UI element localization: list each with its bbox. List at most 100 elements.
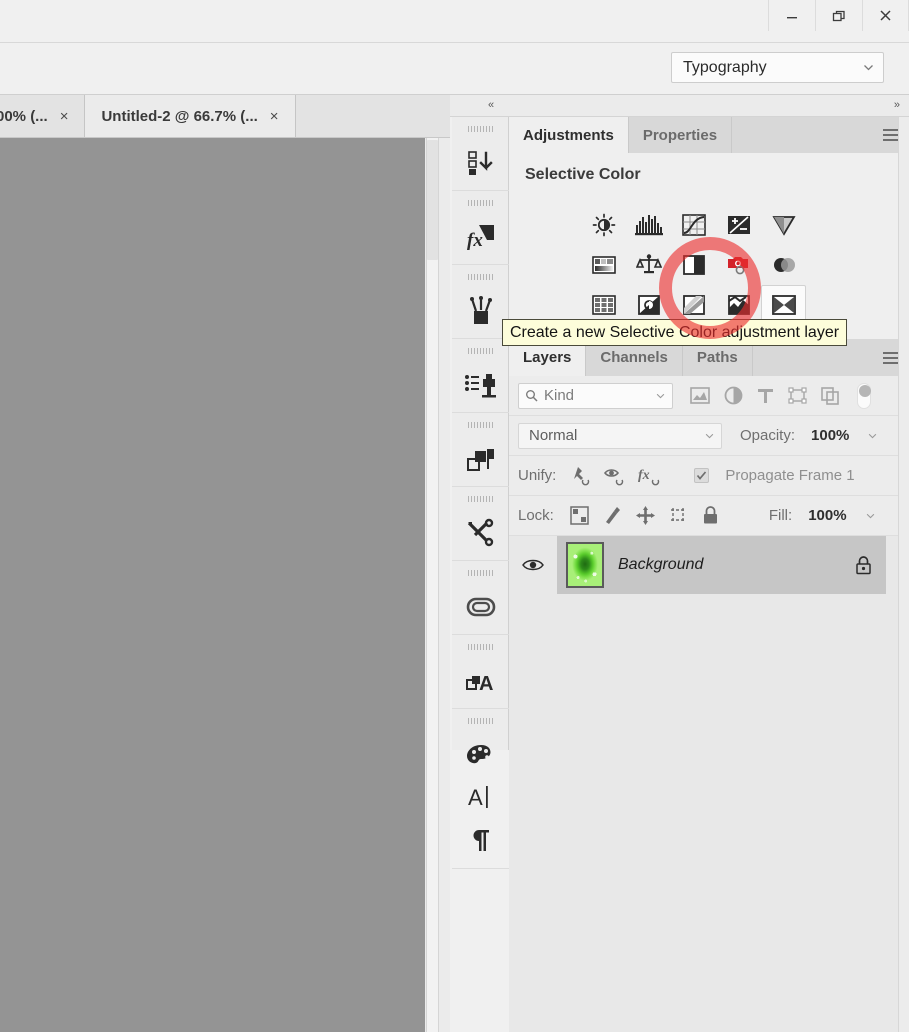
adjustment-levels-button[interactable] (626, 205, 671, 245)
canvas-scrollbar-thumb[interactable] (427, 140, 438, 260)
vibrance-icon (771, 216, 796, 236)
black-and-white-icon (682, 255, 705, 275)
photoshop-window: Typography 00% (... × Untitled-2 @ 66.7%… (0, 0, 909, 1032)
layer-name[interactable]: Background (618, 556, 841, 574)
close-icon[interactable]: × (60, 108, 69, 125)
collapsed-panel-rail: fx A A (452, 117, 509, 869)
blend-mode-select[interactable]: Normal (518, 422, 722, 449)
rail-subitem-paragraph[interactable] (466, 824, 496, 856)
lock-image-pixels-icon[interactable] (603, 506, 622, 525)
panel-grip (467, 496, 494, 502)
adjustment-brightness-contrast-button[interactable] (581, 205, 626, 245)
chevron-down-icon[interactable] (867, 430, 878, 441)
restore-button[interactable] (815, 0, 862, 31)
document-tab-0[interactable]: 00% (... × (0, 95, 86, 137)
unify-position-icon[interactable] (570, 466, 592, 486)
expand-dock-icon[interactable]: » (894, 99, 900, 111)
panel-menu-icon[interactable] (883, 129, 899, 141)
filter-smart-object-icon[interactable] (821, 386, 839, 405)
rail-item-libraries[interactable] (452, 561, 509, 635)
canvas-vertical-scrollbar[interactable] (426, 138, 439, 1032)
panel-menu-icon[interactable] (883, 351, 899, 364)
unify-visibility-icon[interactable] (604, 466, 626, 486)
lock-all-icon[interactable] (702, 506, 719, 525)
search-icon (526, 390, 538, 402)
rail-subitem-color[interactable] (465, 739, 497, 771)
rail-item-tool-presets[interactable] (452, 487, 509, 561)
threshold-icon (727, 295, 750, 315)
adjustment-curves-button[interactable] (671, 205, 716, 245)
unify-style-icon[interactable]: fx (638, 466, 662, 486)
lock-label: Lock: (518, 507, 554, 524)
lock-artboard-nesting-icon[interactable] (669, 506, 688, 525)
adjustment-exposure-button[interactable] (716, 205, 761, 245)
channel-mixer-icon (773, 258, 795, 272)
rail-item-color-group[interactable]: A (452, 709, 509, 869)
document-canvas[interactable] (0, 138, 425, 1032)
adjustment-color-balance-button[interactable] (626, 245, 671, 285)
character-panel-icon: A (468, 785, 488, 810)
layer-thumbnail[interactable] (566, 542, 604, 588)
libraries-panel-icon (466, 597, 495, 617)
layer-row-background[interactable]: Background (509, 536, 909, 594)
posterize-icon (682, 295, 705, 315)
layer-kind-label: Kind (544, 387, 575, 404)
layer-row-body[interactable]: Background (557, 536, 886, 594)
chevron-down-icon[interactable] (865, 510, 876, 521)
adjustment-hue-saturation-button[interactable] (581, 245, 626, 285)
layers-panel: Layers Channels Paths Kind Normal Opacit… (509, 339, 909, 594)
lock-transparent-pixels-icon[interactable] (570, 506, 589, 525)
invert-icon (637, 295, 660, 315)
tab-label: Layers (523, 349, 572, 366)
lock-position-icon[interactable] (635, 506, 655, 525)
dock-right-edge (898, 117, 909, 1032)
opacity-label: Opacity: (740, 427, 796, 444)
options-bar: Typography (0, 43, 909, 95)
adjustment-channel-mixer-button[interactable] (761, 245, 806, 285)
propagate-frame-checkbox[interactable] (694, 468, 710, 483)
adjustment-photo-filter-button[interactable] (716, 245, 761, 285)
collapse-rail-icon[interactable]: « (488, 99, 494, 111)
layer-visibility-toggle[interactable] (509, 557, 557, 573)
close-button[interactable] (862, 0, 909, 31)
levels-icon (634, 215, 663, 236)
right-panel-column: Adjustments Properties Selective Color L… (509, 117, 909, 1032)
styles-panel-icon: fx (467, 225, 494, 251)
layer-list: Background (509, 536, 909, 594)
rail-item-glyphs[interactable]: A (452, 635, 509, 709)
fill-value[interactable]: 100% (808, 507, 846, 524)
filter-type-icon[interactable] (757, 387, 774, 404)
rail-item-actions[interactable] (452, 117, 509, 191)
tool-presets-panel-icon (467, 518, 493, 547)
filter-shape-icon[interactable] (788, 387, 807, 404)
filter-enable-toggle[interactable] (857, 382, 871, 409)
rail-item-brushes[interactable] (452, 265, 509, 339)
tab-properties[interactable]: Properties (628, 117, 733, 153)
document-tab-1[interactable]: Untitled-2 @ 66.7% (... × (85, 95, 296, 137)
document-tab-strip: 00% (... × Untitled-2 @ 66.7% (... × (0, 95, 450, 138)
adjustment-vibrance-button[interactable] (761, 205, 806, 245)
workspace-selector[interactable]: Typography (671, 52, 884, 83)
rail-item-clone-source[interactable] (452, 339, 509, 413)
rail-subitem-character[interactable]: A (466, 781, 496, 813)
color-lookup-icon (591, 295, 616, 315)
chevron-down-icon (864, 65, 873, 71)
layer-kind-filter[interactable]: Kind (518, 382, 673, 409)
panel-grip (467, 644, 494, 650)
canvas-area (0, 138, 450, 1032)
tab-label: Paths (696, 349, 738, 366)
svg-text:fx: fx (638, 468, 650, 483)
filter-adjustment-icon[interactable] (724, 386, 743, 405)
adjustments-title: Selective Color (525, 166, 641, 183)
minimize-button[interactable] (768, 0, 815, 31)
panel-grip (467, 422, 494, 428)
filter-pixel-icon[interactable] (690, 387, 710, 404)
opacity-value[interactable]: 100% (811, 427, 849, 444)
svg-text:A: A (468, 785, 483, 810)
rail-item-layer-comps[interactable] (452, 413, 509, 487)
checkmark-icon (697, 471, 707, 480)
rail-item-styles[interactable]: fx (452, 191, 509, 265)
close-icon[interactable]: × (270, 108, 279, 125)
tab-adjustments[interactable]: Adjustments (509, 117, 629, 153)
adjustment-black-and-white-button[interactable] (671, 245, 716, 285)
